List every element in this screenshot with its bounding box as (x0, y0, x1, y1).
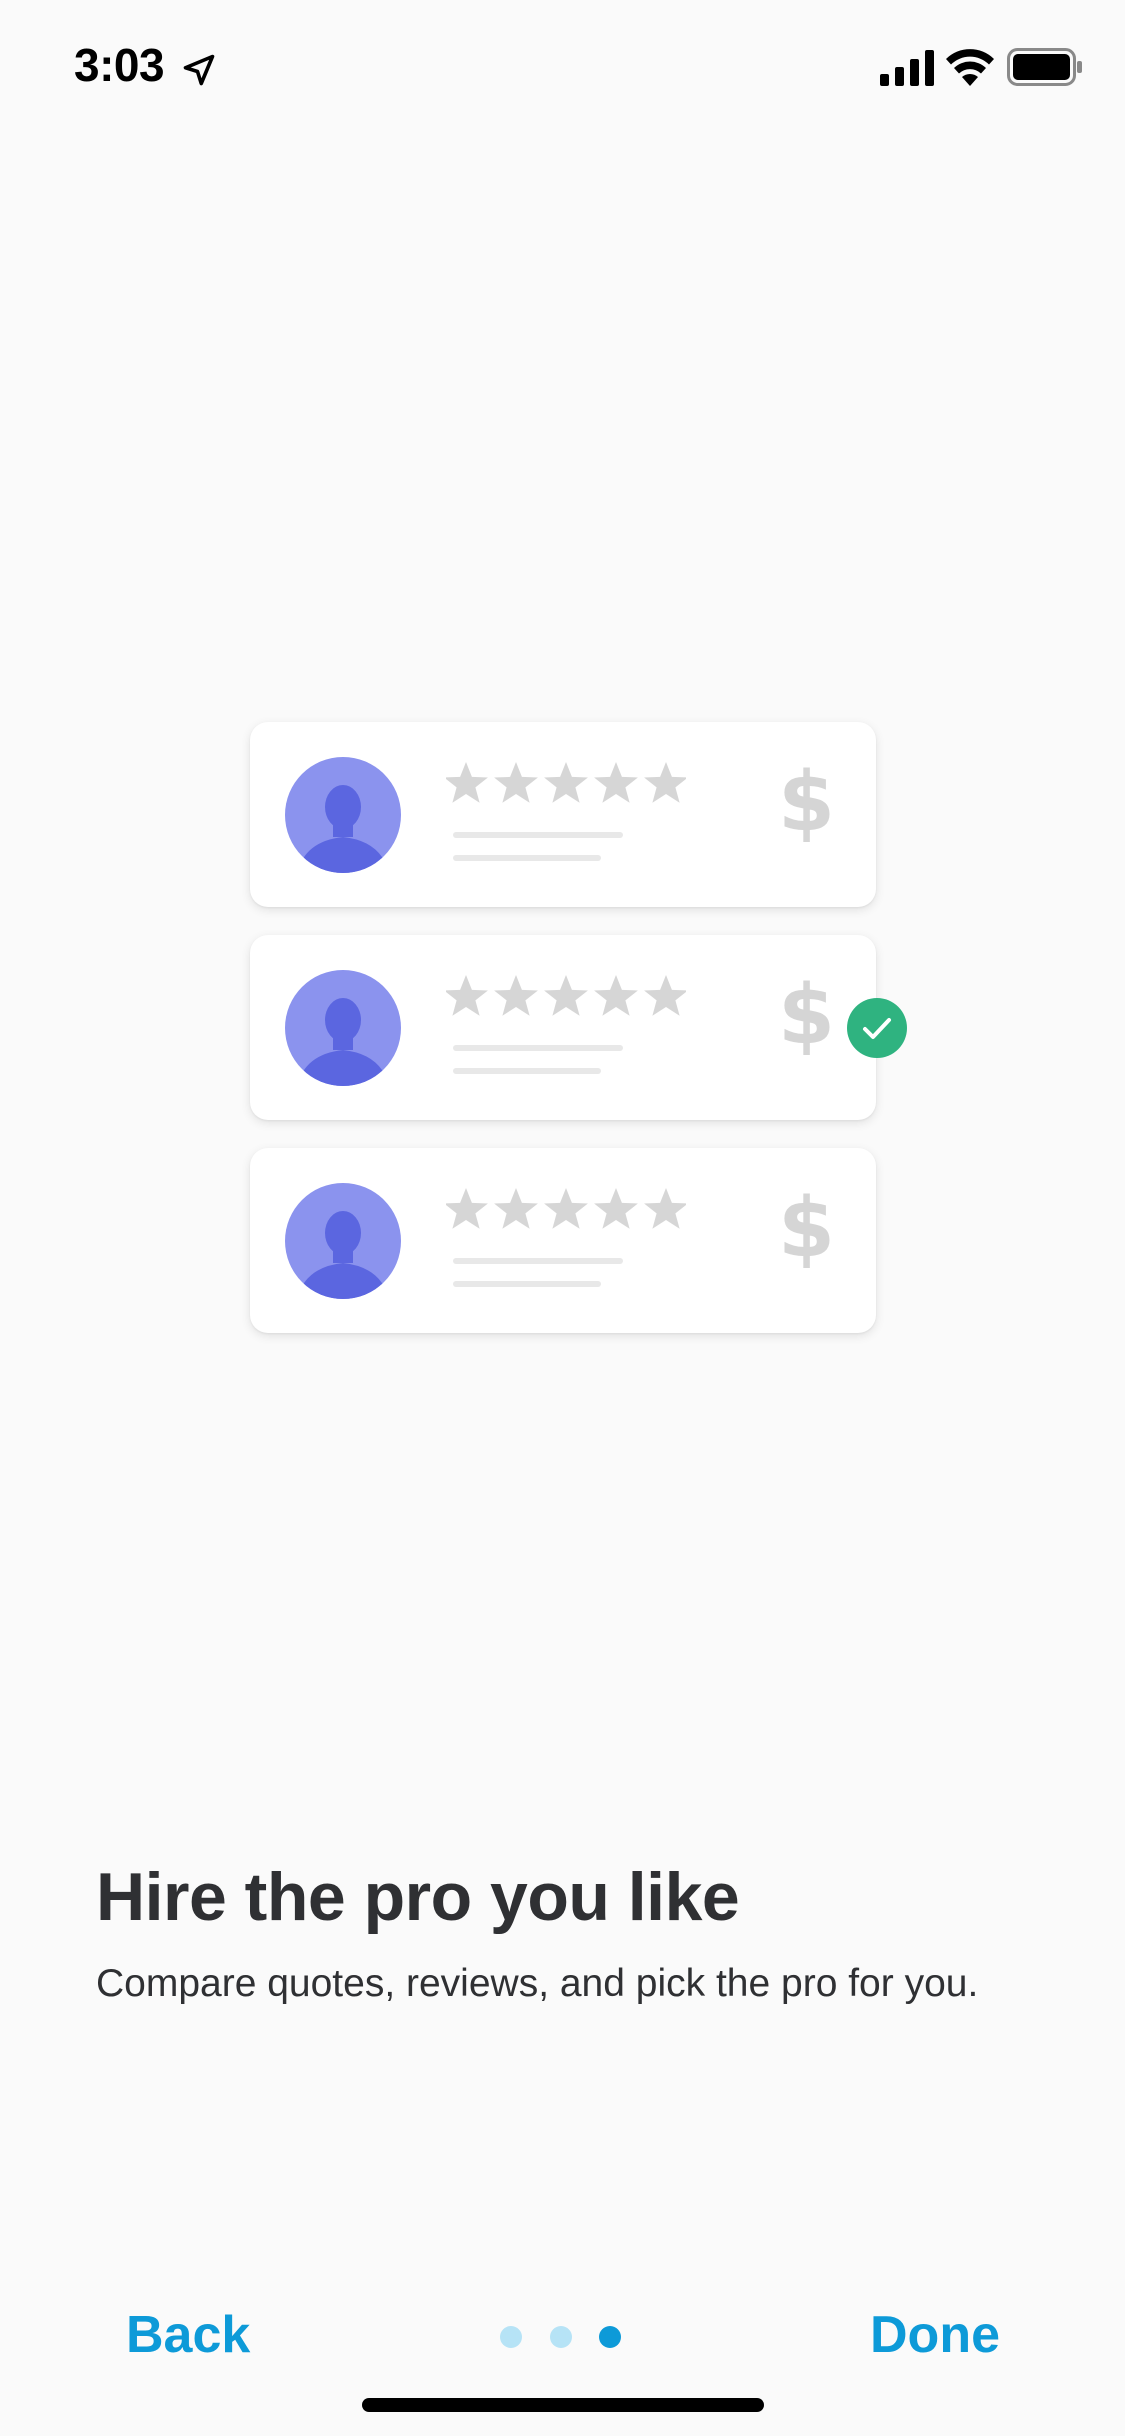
pro-card: $ (250, 722, 876, 907)
person-avatar-icon (285, 757, 401, 873)
pro-card: $ (250, 1148, 876, 1333)
checkmark-icon (847, 998, 907, 1058)
page-indicator (500, 2326, 630, 2350)
placeholder-line (453, 832, 623, 838)
back-button[interactable]: Back (126, 2305, 250, 2365)
star-rating (446, 975, 686, 1016)
page-dot (500, 2326, 522, 2348)
pros-illustration: $ $ $ (0, 0, 1125, 1400)
page-dot-active (599, 2326, 621, 2348)
dollar-icon: $ (778, 968, 836, 1063)
dollar-icon: $ (778, 755, 836, 850)
dollar-icon: $ (778, 1181, 836, 1276)
page-dot (550, 2326, 572, 2348)
home-indicator[interactable] (362, 2398, 764, 2412)
placeholder-line (453, 1258, 623, 1264)
placeholder-line (453, 1045, 623, 1051)
page-description: Compare quotes, reviews, and pick the pr… (96, 1962, 979, 2005)
done-button[interactable]: Done (870, 2305, 1000, 2365)
star-rating (446, 762, 686, 803)
placeholder-line (453, 1068, 601, 1074)
page-title: Hire the pro you like (96, 1859, 740, 1935)
person-avatar-icon (285, 1183, 401, 1299)
placeholder-line (453, 855, 601, 861)
placeholder-line (453, 1281, 601, 1287)
person-avatar-icon (285, 970, 401, 1086)
pro-card-selected: $ (250, 935, 876, 1120)
star-rating (446, 1188, 686, 1229)
